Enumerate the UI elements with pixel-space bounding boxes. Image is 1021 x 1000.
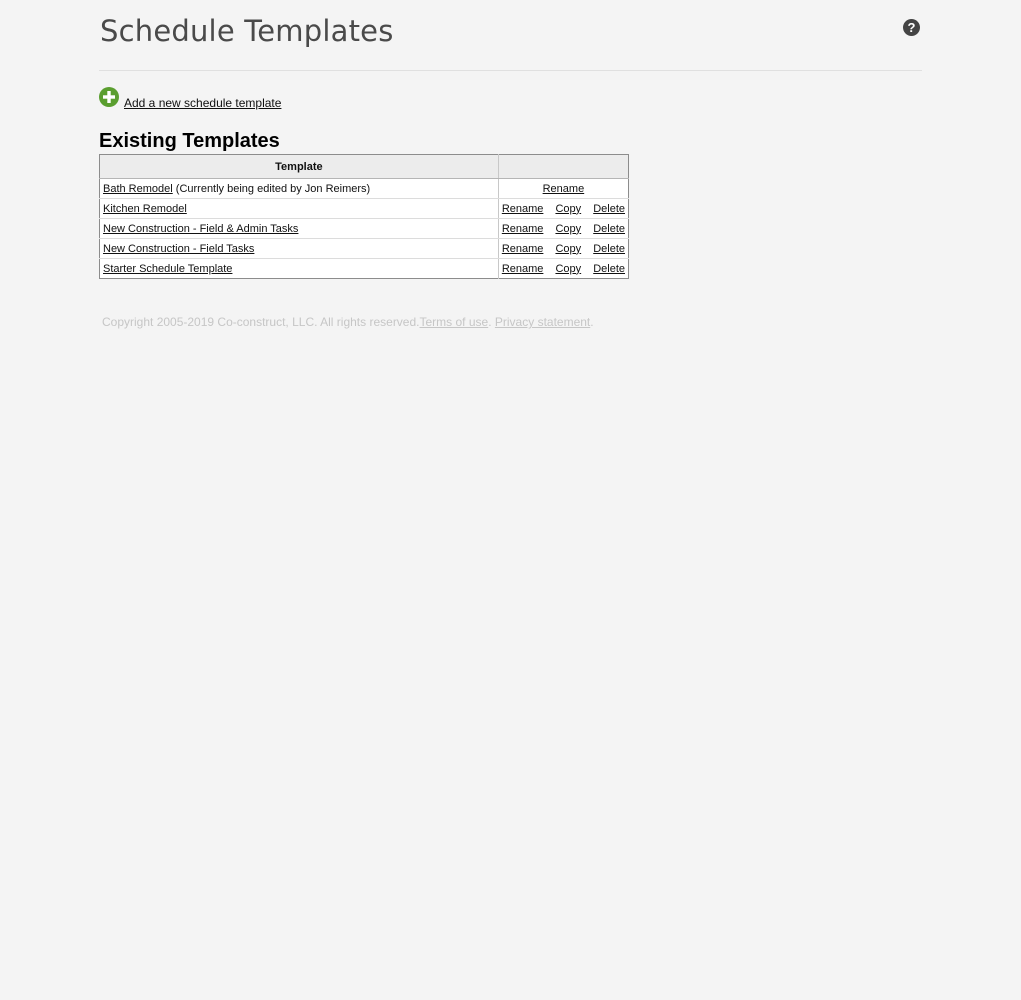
copy-link[interactable]: Copy [555,263,581,275]
table-row: Starter Schedule Template Rename Copy De… [99,258,629,279]
templates-table: Template Bath Remodel (Currently being e… [99,154,629,279]
help-icon[interactable]: ? [903,19,920,36]
copy-link[interactable]: Copy [555,203,581,215]
template-name-cell: New Construction - Field Tasks [99,238,499,259]
template-name-cell: Starter Schedule Template [99,258,499,279]
terms-of-use-link[interactable]: Terms of use [420,315,489,329]
delete-link[interactable]: Delete [593,223,625,235]
actions-cell: Rename [498,178,629,199]
privacy-statement-link[interactable]: Privacy statement [495,315,590,329]
template-link[interactable]: Bath Remodel [103,183,173,195]
delete-link[interactable]: Delete [593,263,625,275]
table-row: New Construction - Field Tasks Rename Co… [99,238,629,259]
rename-link[interactable]: Rename [502,203,544,215]
rename-link[interactable]: Rename [502,263,544,275]
actions-cell: Rename Copy Delete [498,218,629,239]
copy-link[interactable]: Copy [555,243,581,255]
actions-column-header [498,154,629,179]
template-column-header: Template [99,154,499,179]
template-link[interactable]: Kitchen Remodel [103,203,187,215]
delete-link[interactable]: Delete [593,243,625,255]
plus-circle-icon[interactable] [99,87,119,107]
template-name-cell: New Construction - Field & Admin Tasks [99,218,499,239]
actions-cell: Rename Copy Delete [498,198,629,219]
rename-link[interactable]: Rename [502,223,544,235]
actions-cell: Rename Copy Delete [498,259,628,279]
footer-end: . [590,315,594,329]
template-link[interactable]: New Construction - Field Tasks [103,243,254,255]
delete-link[interactable]: Delete [593,203,625,215]
add-template-link[interactable]: Add a new schedule template [124,96,281,110]
table-row: Kitchen Remodel Rename Copy Delete [99,198,629,219]
actions-cell: Rename Copy Delete [498,238,629,259]
editing-note: (Currently being edited by Jon Reimers) [172,182,371,195]
footer: Copyright 2005-2019 Co-construct, LLC. A… [102,315,594,329]
template-link[interactable]: Starter Schedule Template [103,263,232,275]
table-header-row: Template [99,154,629,179]
template-name-cell: Bath Remodel (Currently being edited by … [99,178,499,199]
template-name-cell: Kitchen Remodel [99,198,499,219]
table-row: New Construction - Field & Admin Tasks R… [99,218,629,239]
copy-link[interactable]: Copy [555,223,581,235]
template-link[interactable]: New Construction - Field & Admin Tasks [103,223,298,235]
page-title: Schedule Templates [100,14,394,48]
rename-link[interactable]: Rename [502,243,544,255]
rename-link[interactable]: Rename [543,183,585,195]
header-divider [99,70,922,71]
existing-templates-heading: Existing Templates [99,130,280,152]
table-row: Bath Remodel (Currently being edited by … [99,178,629,199]
copyright-text: Copyright 2005-2019 Co-construct, LLC. A… [102,315,420,329]
